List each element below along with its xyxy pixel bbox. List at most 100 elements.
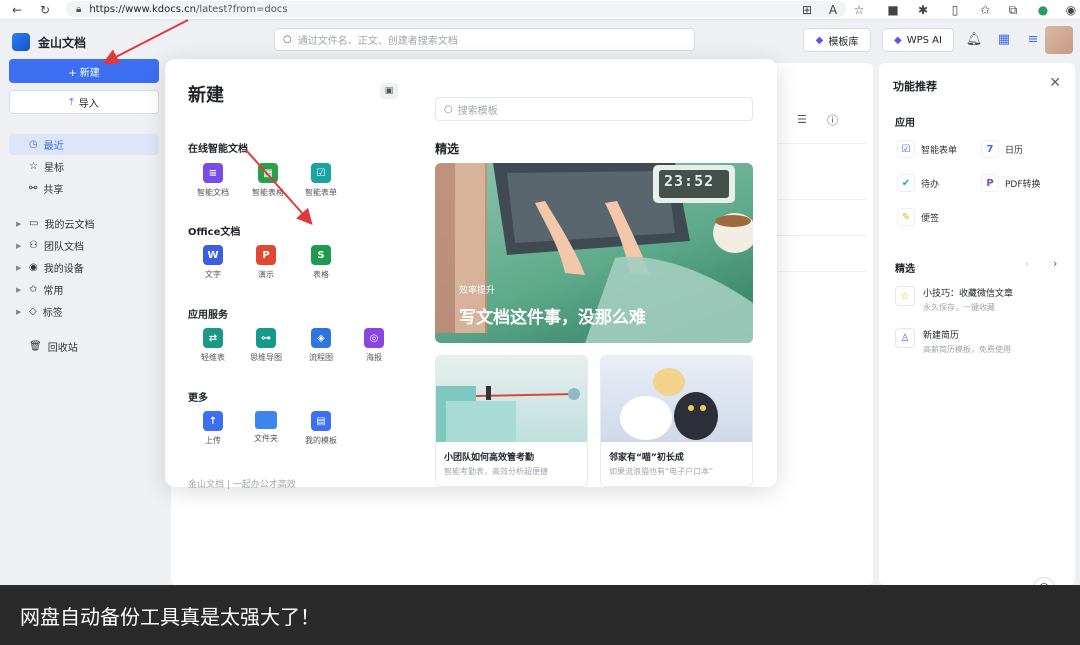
expand-caret-icon[interactable]: ▶ [16, 242, 21, 250]
next-icon[interactable]: › [1053, 257, 1057, 270]
read-aloud-icon[interactable]: A [826, 3, 840, 17]
search-icon: ○ [283, 34, 292, 45]
expand-caret-icon[interactable]: ▶ [16, 220, 21, 228]
sidebar-item-my-cloud[interactable]: ▶ ▭ 我的云文档 [9, 213, 159, 234]
apps-grid-icon[interactable]: ▦ [996, 31, 1012, 47]
rec-title: 小技巧：收藏微信文章 [923, 289, 1014, 299]
rec-tip-favorite[interactable]: ☆ 小技巧：收藏微信文章 永久保存，一键收藏 [895, 286, 1013, 313]
office-section-title: Office文档 [188, 227, 241, 238]
share-icon: ⚯ [29, 183, 38, 194]
calendar-icon: 7 [981, 140, 999, 158]
sidebar-item-devices[interactable]: ▶ ◉ 我的设备 [9, 257, 159, 278]
new-flowchart[interactable]: ◈ 流程图 [296, 328, 346, 363]
menu-icon[interactable]: ≡ [1025, 31, 1041, 47]
prev-icon[interactable]: ‹ [1025, 257, 1029, 270]
profile-icon[interactable]: ◉ [1064, 3, 1078, 17]
import-label: 导入 [78, 98, 99, 110]
new-smart-form[interactable]: ☑ 智能表单 [296, 163, 346, 198]
template-search-input[interactable]: ○ 搜索模板 [435, 97, 753, 121]
presentation-icon: P [256, 245, 276, 265]
sidebar-item-trash[interactable]: 🗑︎ 回收站 [9, 336, 159, 357]
word-icon: W [203, 245, 223, 265]
featured-hero-banner[interactable]: 23:52 效率提升 写文档这件事，没那么难 [435, 163, 753, 343]
favorites-icon[interactable]: ✩ [978, 3, 992, 17]
filter-icon[interactable]: ☰ [797, 113, 807, 126]
app-sticky-note[interactable]: ✎ 便签 [897, 208, 939, 226]
new-folder[interactable]: 文件夹 [241, 411, 291, 444]
refresh-icon[interactable]: ↻ [38, 3, 52, 17]
item-label: 上传 [205, 436, 221, 445]
copilot-icon[interactable]: ● [1036, 3, 1050, 17]
smart-form-icon: ☑ [897, 140, 915, 158]
expand-caret-icon[interactable]: ▶ [16, 308, 21, 316]
sidebar-item-label: 共享 [43, 185, 64, 196]
app-logo[interactable]: 金山文档 [12, 33, 86, 51]
sidebar-item-label: 我的设备 [43, 264, 84, 275]
app-todo[interactable]: ✔ 待办 [897, 174, 939, 192]
template-card-attendance[interactable]: 小团队如何高效管考勤 智能考勤表，高效分析超便捷 [435, 355, 588, 487]
template-library-label: 模板库 [828, 36, 859, 48]
sidebar-item-recent[interactable]: ◷ 最近 [9, 134, 159, 155]
sidebar-item-shared[interactable]: ⚯ 共享 [9, 178, 159, 199]
note-icon: ✎ [897, 208, 915, 226]
sidebar-item-tags[interactable]: ▶ ◇ 标签 [9, 301, 159, 322]
avatar[interactable] [1045, 26, 1073, 54]
new-smart-doc[interactable]: ≡ 智能文档 [188, 163, 238, 198]
new-poster[interactable]: ◎ 海报 [349, 328, 399, 363]
my-templates[interactable]: ▤ 我的模板 [296, 411, 346, 446]
wps-ai-button[interactable]: ◆ WPS AI [882, 28, 954, 52]
import-button[interactable]: ⤒ 导入 [9, 90, 159, 114]
split-icon[interactable]: ▯ [948, 3, 962, 17]
app-pdf-convert[interactable]: P PDF转换 [981, 174, 1041, 192]
item-label: 文件夹 [254, 434, 278, 443]
search-icon: ○ [444, 103, 453, 115]
search-input[interactable]: ○ 通过文件名、正文、创建者搜索文档 [274, 28, 695, 51]
wps-ai-label: WPS AI [906, 34, 942, 46]
trash-icon: 🗑︎ [29, 341, 42, 352]
star-icon: ☆ [895, 286, 915, 306]
expand-caret-icon[interactable]: ▶ [16, 264, 21, 272]
item-label: 文字 [205, 270, 221, 279]
cat-illustration [601, 356, 752, 442]
new-word-doc[interactable]: W 文字 [188, 245, 238, 280]
flowchart-icon: ◈ [311, 328, 331, 348]
puzzle-icon[interactable]: ✱ [916, 3, 930, 17]
sidebar-item-label: 最近 [43, 141, 64, 152]
new-button[interactable]: + 新建 [9, 59, 159, 83]
collections-icon[interactable]: ⧉ [1006, 3, 1020, 17]
new-smart-sheet[interactable]: ▦ 智能表格 [243, 163, 293, 198]
favorite-icon[interactable]: ☆ [852, 3, 866, 17]
hero-clock: 23:52 [664, 172, 715, 190]
info-icon[interactable]: ⓘ [827, 112, 838, 128]
expand-caret-icon[interactable]: ▶ [16, 286, 21, 294]
attendance-illustration [436, 356, 587, 442]
new-presentation[interactable]: P 演示 [241, 245, 291, 280]
apps-section-title: 应用 [895, 118, 915, 129]
row-divider [777, 271, 867, 272]
back-icon[interactable]: ← [10, 3, 24, 17]
new-mindmap[interactable]: ⊶ 思维导图 [241, 328, 291, 363]
grid-icon[interactable]: ⊞ [800, 3, 814, 17]
bell-icon[interactable]: 🔔︎ [966, 31, 983, 47]
extension-icon[interactable]: ■ [886, 3, 900, 17]
sidebar-item-team[interactable]: ▶ ⚇ 团队文档 [9, 235, 159, 256]
rec-subtitle: 高薪简历模板，免费使用 [923, 345, 1011, 354]
sidebar-toggle-icon[interactable]: ▣ [380, 83, 398, 99]
new-light-table[interactable]: ⇄ 轻维表 [188, 328, 238, 363]
new-spreadsheet[interactable]: S 表格 [296, 245, 346, 280]
app-smart-form[interactable]: ☑ 智能表单 [897, 140, 957, 158]
app-calendar[interactable]: 7 日历 [981, 140, 1023, 158]
address-bar[interactable]: 🔒︎ https://www.kdocs.cn /latest?from=doc… [66, 1, 846, 17]
template-library-button[interactable]: ◆ 模板库 [803, 28, 871, 52]
upload-button[interactable]: ↑ 上传 [188, 411, 238, 446]
sidebar-item-frequent[interactable]: ▶ ✩ 常用 [9, 279, 159, 300]
url-host: https://www.kdocs.cn [89, 3, 196, 15]
close-icon[interactable]: ✕ [1049, 75, 1061, 91]
card-subtitle: 如果流浪猫也有“电子户口本” [609, 467, 714, 476]
apps-section-title: 应用服务 [188, 310, 228, 321]
template-card-cat[interactable]: 邻家有“喵”初长成 如果流浪猫也有“电子户口本” [600, 355, 753, 487]
rec-new-resume[interactable]: ♙ 新建简历 高薪简历模板，免费使用 [895, 328, 1011, 355]
sidebar-item-starred[interactable]: ☆ 星标 [9, 156, 159, 177]
url-path: /latest?from=docs [195, 3, 288, 15]
template-icon: ◆ [815, 34, 824, 46]
